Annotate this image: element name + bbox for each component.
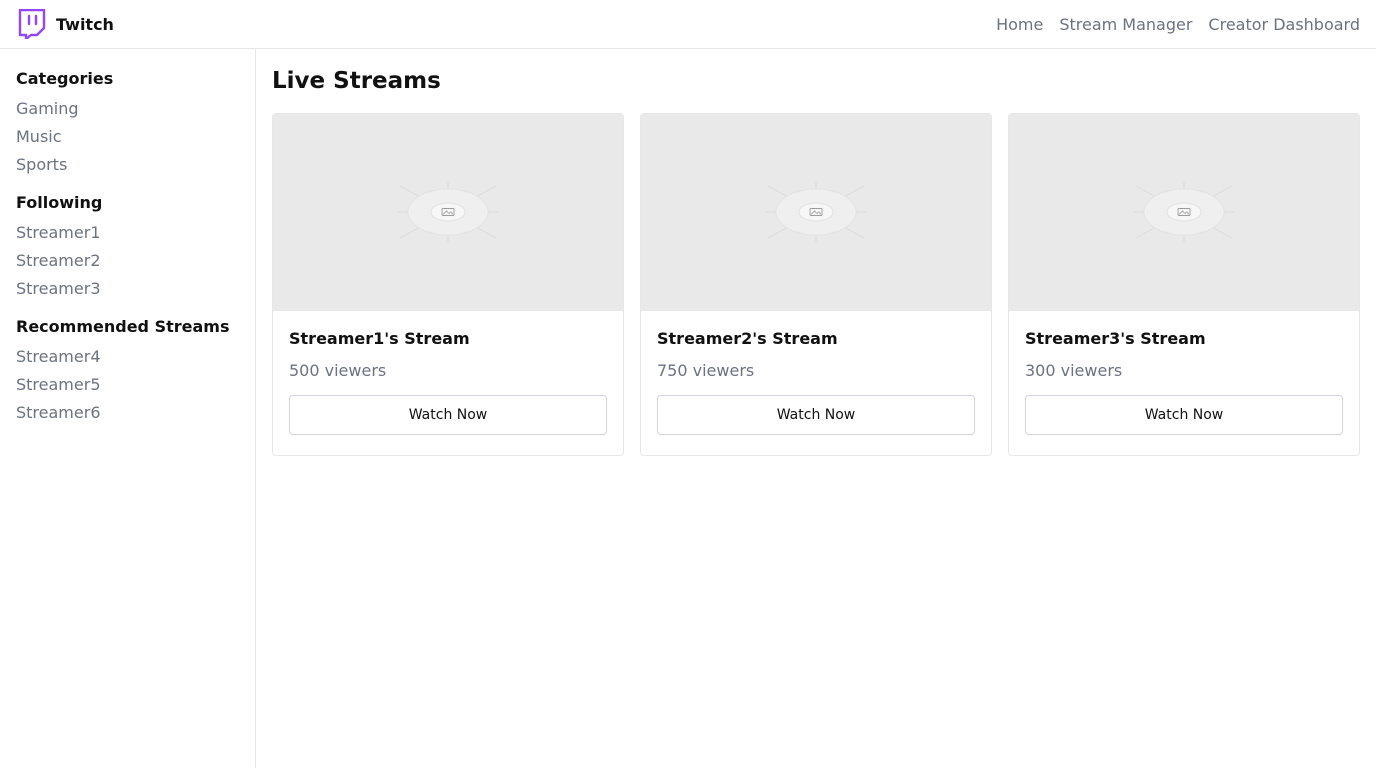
sidebar-item-streamer1[interactable]: Streamer1	[16, 219, 239, 247]
stream-card-body: Streamer1's Stream 500 viewers Watch Now	[273, 311, 623, 451]
stream-thumbnail[interactable]	[1009, 114, 1359, 311]
sidebar-item-streamer5[interactable]: Streamer5	[16, 371, 239, 399]
stream-thumbnail[interactable]	[641, 114, 991, 311]
stream-title: Streamer2's Stream	[657, 329, 838, 348]
sidebar-item-streamer4[interactable]: Streamer4	[16, 343, 239, 371]
page-title: Live Streams	[272, 68, 441, 94]
stream-card-body: Streamer2's Stream 750 viewers Watch Now	[641, 311, 991, 451]
brand-link[interactable]: Twitch	[18, 9, 114, 39]
stream-card-grid: Streamer1's Stream 500 viewers Watch Now	[272, 113, 1360, 456]
stream-title: Streamer3's Stream	[1025, 329, 1206, 348]
sidebar: Categories Gaming Music Sports Following…	[0, 49, 256, 768]
sidebar-heading-recommended: Recommended Streams	[16, 317, 230, 336]
image-placeholder-icon	[1134, 182, 1234, 242]
sidebar-item-music[interactable]: Music	[16, 123, 239, 151]
watch-now-button[interactable]: Watch Now	[1025, 395, 1343, 435]
sidebar-item-gaming[interactable]: Gaming	[16, 95, 239, 123]
stream-thumbnail[interactable]	[273, 114, 623, 311]
sidebar-item-sports[interactable]: Sports	[16, 151, 239, 179]
nav-stream-manager-link[interactable]: Stream Manager	[1059, 15, 1192, 34]
image-placeholder-icon	[398, 182, 498, 242]
top-nav-links: Home Stream Manager Creator Dashboard	[996, 15, 1360, 34]
nav-creator-dashboard-link[interactable]: Creator Dashboard	[1208, 15, 1360, 34]
sidebar-heading-following: Following	[16, 193, 103, 212]
sidebar-section-recommended: Recommended Streams Streamer4 Streamer5 …	[16, 315, 239, 427]
image-placeholder-icon	[766, 182, 866, 242]
twitch-logo-icon	[18, 9, 46, 39]
viewer-count: 500 viewers	[289, 361, 387, 380]
sidebar-item-streamer3[interactable]: Streamer3	[16, 275, 239, 303]
sidebar-item-streamer2[interactable]: Streamer2	[16, 247, 239, 275]
viewer-count: 750 viewers	[657, 361, 755, 380]
brand-name: Twitch	[56, 14, 114, 34]
nav-home-link[interactable]: Home	[996, 15, 1043, 34]
stream-card: Streamer1's Stream 500 viewers Watch Now	[272, 113, 624, 456]
viewer-count: 300 viewers	[1025, 361, 1123, 380]
sidebar-heading-categories: Categories	[16, 69, 114, 88]
watch-now-button[interactable]: Watch Now	[657, 395, 975, 435]
main-content: Live Streams Streamer1's Stream 500 view…	[256, 49, 1376, 768]
sidebar-section-categories: Categories Gaming Music Sports	[16, 67, 239, 179]
top-navigation-bar: Twitch Home Stream Manager Creator Dashb…	[0, 0, 1376, 49]
stream-card: Streamer3's Stream 300 viewers Watch Now	[1008, 113, 1360, 456]
stream-card: Streamer2's Stream 750 viewers Watch Now	[640, 113, 992, 456]
sidebar-item-streamer6[interactable]: Streamer6	[16, 399, 239, 427]
stream-title: Streamer1's Stream	[289, 329, 470, 348]
sidebar-section-following: Following Streamer1 Streamer2 Streamer3	[16, 191, 239, 303]
stream-card-body: Streamer3's Stream 300 viewers Watch Now	[1009, 311, 1359, 451]
watch-now-button[interactable]: Watch Now	[289, 395, 607, 435]
